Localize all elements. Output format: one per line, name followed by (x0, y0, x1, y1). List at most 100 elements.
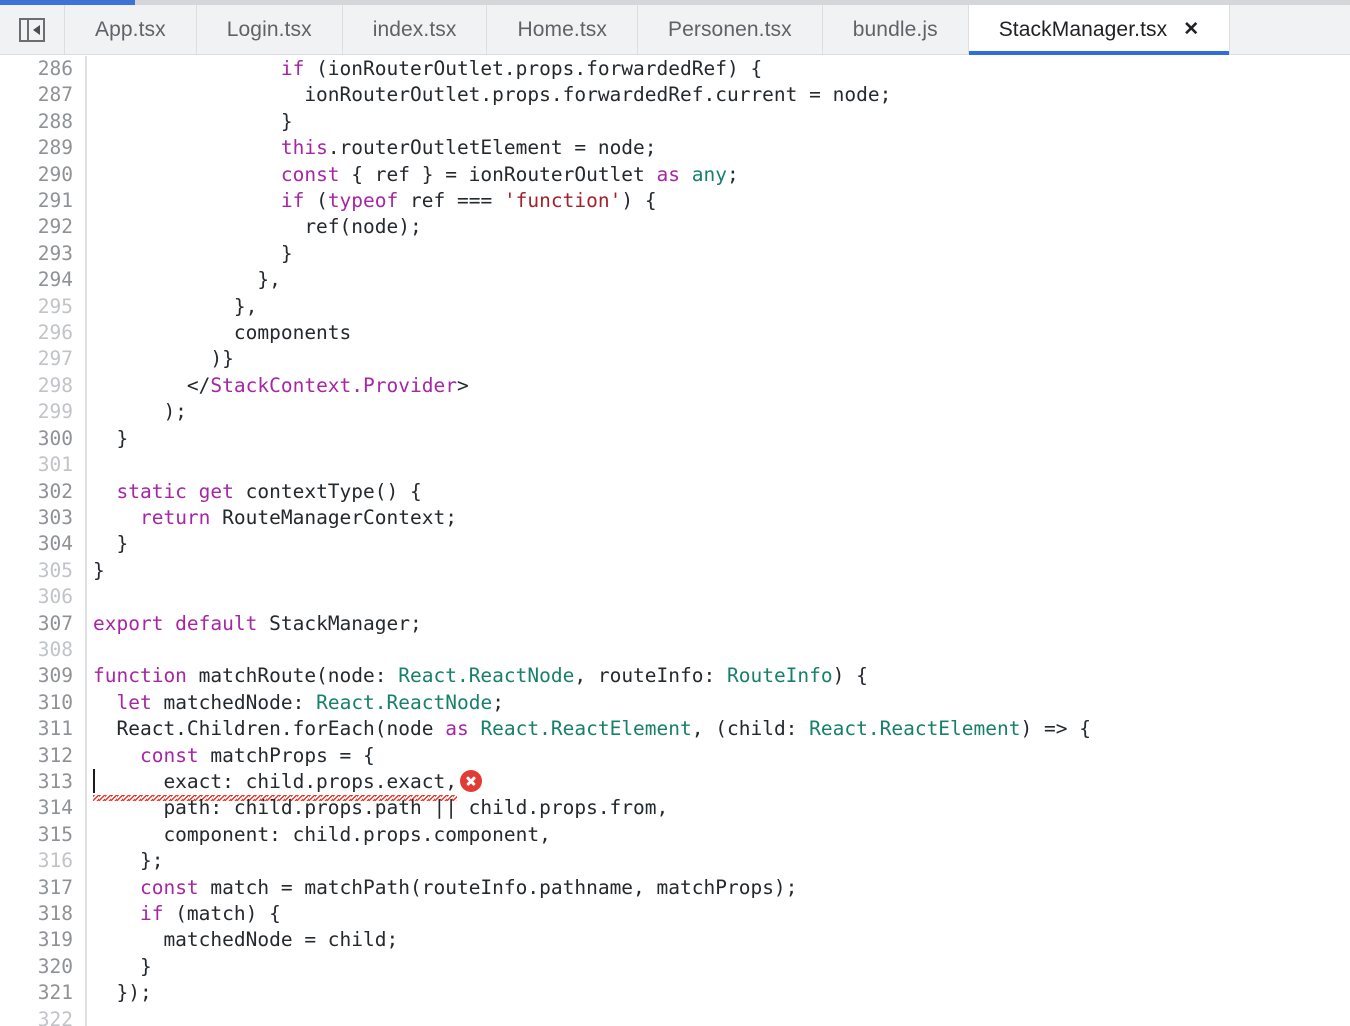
line-number[interactable]: 319 (0, 927, 87, 954)
code-text[interactable]: exact: child.props.exact, (86, 768, 1350, 802)
line-number[interactable]: 301 (0, 452, 87, 479)
code-line: 305} (0, 557, 1350, 585)
code-text[interactable]: function matchRoute(node: React.ReactNod… (86, 663, 1350, 689)
line-number[interactable]: 300 (0, 425, 87, 453)
line-number[interactable]: 316 (0, 848, 87, 875)
code-text[interactable]: } (86, 558, 1350, 584)
line-number[interactable]: 306 (0, 584, 87, 611)
code-text[interactable]: this.routerOutletElement = node; (86, 135, 1350, 161)
line-number[interactable]: 292 (0, 214, 87, 241)
tab-stackmanager-tsx[interactable]: StackManager.tsx ✕ (967, 5, 1231, 55)
code-line: 312 const matchProps = { (0, 742, 1350, 769)
line-number[interactable]: 295 (0, 293, 87, 321)
code-text[interactable]: const match = matchPath(routeInfo.pathna… (86, 875, 1350, 901)
code-text[interactable] (86, 637, 1350, 663)
line-number[interactable]: 294 (0, 267, 87, 294)
code-text[interactable]: export default StackManager; (86, 611, 1350, 637)
line-number[interactable]: 321 (0, 980, 87, 1007)
code-text[interactable]: let matchedNode: React.ReactNode; (86, 690, 1350, 716)
code-text[interactable]: if (match) { (86, 901, 1350, 927)
line-number[interactable]: 312 (0, 742, 87, 769)
code-text[interactable]: if (typeof ref === 'function') { (86, 188, 1350, 214)
line-number[interactable]: 313 (0, 768, 87, 796)
code-text[interactable]: } (86, 954, 1350, 980)
code-editor[interactable]: 286 if (ionRouterOutlet.props.forwardedR… (0, 56, 1350, 1026)
line-number[interactable]: 304 (0, 531, 87, 558)
line-number[interactable]: 288 (0, 108, 87, 136)
code-token: let (116, 690, 152, 714)
code-text[interactable]: const matchProps = { (86, 743, 1350, 769)
code-text[interactable]: )} (86, 346, 1350, 372)
code-text[interactable]: return RouteManagerContext; (86, 505, 1350, 531)
line-number[interactable]: 305 (0, 557, 87, 585)
code-text[interactable]: component: child.props.component, (86, 822, 1350, 848)
code-text[interactable]: static get contextType() { (86, 479, 1350, 505)
code-text[interactable] (86, 1007, 1350, 1026)
line-number[interactable]: 287 (0, 82, 87, 109)
code-text[interactable]: } (86, 109, 1350, 135)
tab-home-tsx[interactable]: Home.tsx (486, 5, 637, 54)
code-text[interactable]: } (86, 241, 1350, 267)
tab-close-icon[interactable]: ✕ (1183, 20, 1199, 39)
tab-app-tsx[interactable]: App.tsx (64, 5, 196, 54)
line-number[interactable]: 314 (0, 795, 87, 822)
line-number[interactable]: 307 (0, 610, 87, 637)
line-number[interactable]: 309 (0, 663, 87, 690)
code-text[interactable]: components (86, 320, 1350, 346)
code-text[interactable]: }, (86, 294, 1350, 320)
code-line: 315 component: child.props.component, (0, 821, 1350, 849)
tab-personen-tsx[interactable]: Personen.tsx (636, 5, 822, 54)
code-text[interactable]: const { ref } = ionRouterOutlet as any; (86, 162, 1350, 188)
code-token: ; (727, 162, 739, 186)
line-number[interactable]: 290 (0, 161, 87, 189)
line-number[interactable]: 298 (0, 372, 87, 400)
code-text[interactable]: matchedNode = child; (86, 927, 1350, 953)
code-text[interactable]: path: child.props.path || child.props.fr… (86, 795, 1350, 821)
line-number[interactable]: 315 (0, 821, 87, 849)
line-number[interactable]: 302 (0, 478, 87, 505)
line-number[interactable]: 317 (0, 874, 87, 901)
code-text[interactable]: }; (86, 848, 1350, 874)
code-text[interactable]: if (ionRouterOutlet.props.forwardedRef) … (86, 56, 1350, 82)
line-number[interactable]: 310 (0, 689, 87, 717)
line-number[interactable]: 293 (0, 240, 87, 268)
sidebar-toggle-button[interactable] (0, 5, 64, 54)
code-line: 311 React.Children.forEach(node as React… (0, 716, 1350, 743)
line-number[interactable]: 308 (0, 636, 87, 664)
line-number[interactable]: 289 (0, 135, 87, 162)
line-number[interactable]: 296 (0, 320, 87, 347)
tab-index-tsx[interactable]: index.tsx (341, 5, 487, 54)
line-number[interactable]: 299 (0, 399, 87, 426)
code-text[interactable]: ref(node); (86, 214, 1350, 240)
line-number[interactable]: 291 (0, 188, 87, 215)
line-number[interactable]: 322 (0, 1006, 87, 1026)
code-text[interactable]: React.Children.forEach(node as React.Rea… (86, 716, 1350, 742)
error-badge-icon[interactable] (459, 769, 482, 792)
code-text[interactable]: } (86, 531, 1350, 557)
code-token: matchedNode: (151, 690, 317, 714)
code-token: ref(node); (93, 215, 422, 239)
code-text[interactable]: </StackContext.Provider> (86, 373, 1350, 399)
code-text[interactable]: } (86, 426, 1350, 452)
code-text[interactable]: ionRouterOutlet.props.forwardedRef.curre… (86, 82, 1350, 108)
tab-bundle-js[interactable]: bundle.js (821, 5, 968, 54)
line-number[interactable]: 311 (0, 716, 87, 743)
code-token: ( (304, 189, 328, 213)
code-token: } (93, 426, 129, 450)
line-number[interactable]: 318 (0, 901, 87, 928)
line-number[interactable]: 297 (0, 346, 87, 373)
code-token: ; (492, 690, 504, 714)
editor-tab-bar: App.tsx Login.tsx index.tsx Home.tsx Persone… (0, 5, 1350, 55)
line-number[interactable]: 303 (0, 504, 87, 532)
line-number[interactable]: 286 (0, 56, 87, 83)
tab-login-tsx[interactable]: Login.tsx (195, 5, 342, 54)
code-text[interactable] (86, 452, 1350, 478)
code-text[interactable]: }, (86, 267, 1350, 293)
code-text[interactable] (86, 584, 1350, 610)
line-number[interactable]: 320 (0, 953, 87, 981)
code-text[interactable]: ); (86, 399, 1350, 425)
code-text[interactable]: }); (86, 980, 1350, 1006)
code-line: 289 this.routerOutletElement = node; (0, 135, 1350, 162)
